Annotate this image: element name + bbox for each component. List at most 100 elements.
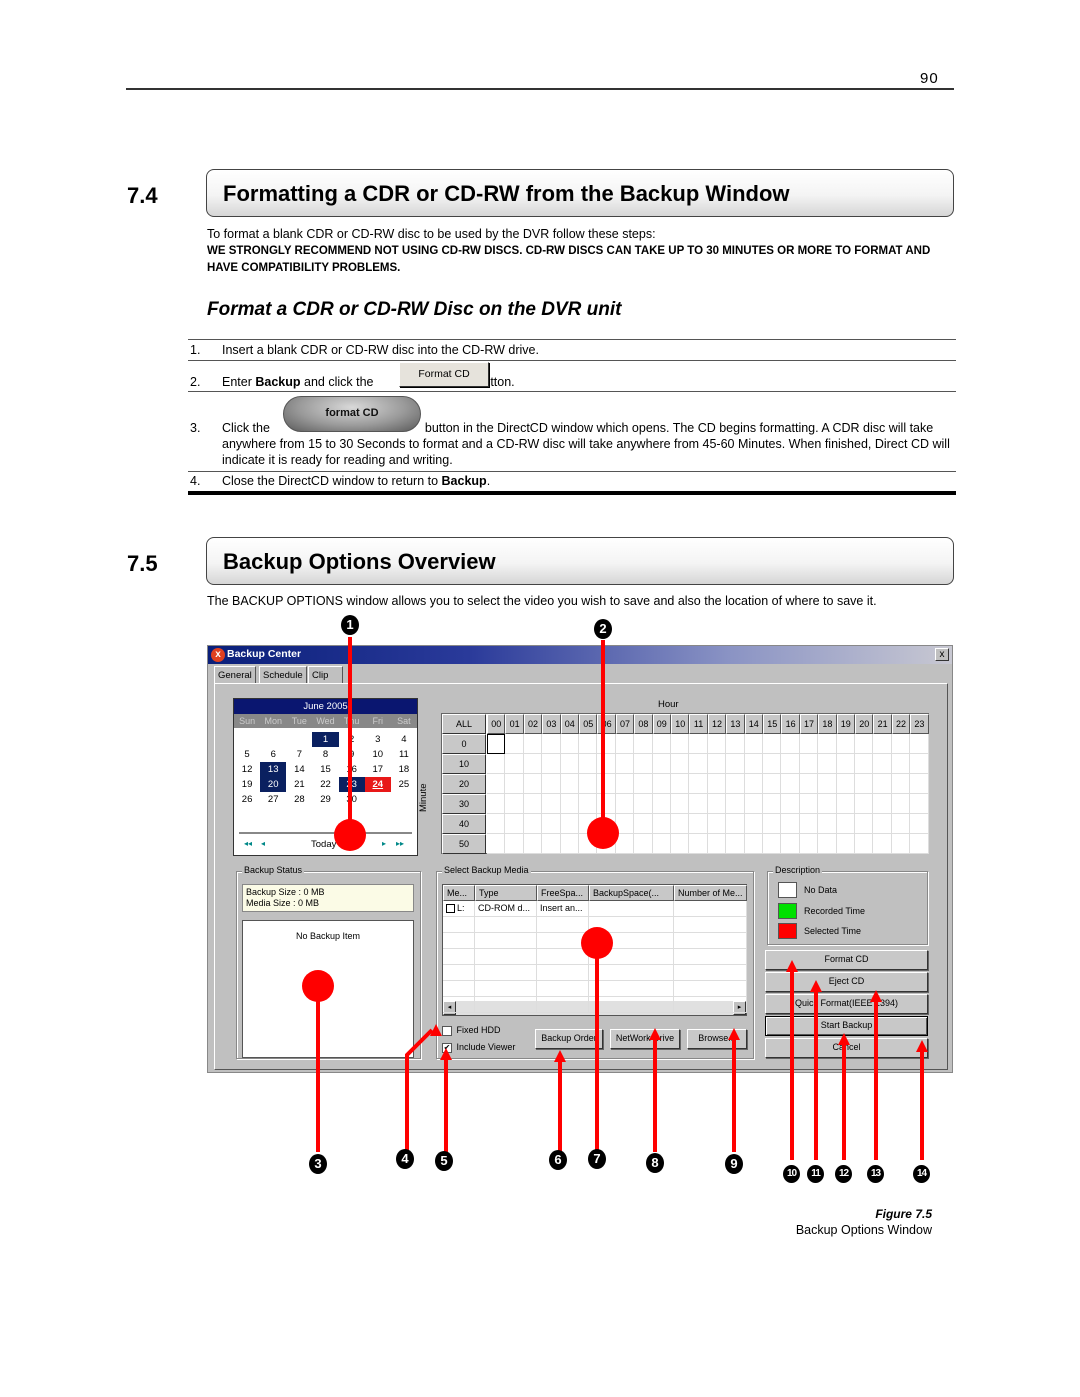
time-cell[interactable] <box>781 834 800 854</box>
column-header[interactable]: BackupSpace(... <box>589 885 674 901</box>
time-cell[interactable] <box>505 754 524 774</box>
time-cell[interactable] <box>523 794 543 814</box>
time-cell[interactable] <box>799 834 819 854</box>
time-cell[interactable] <box>763 834 782 854</box>
time-cell[interactable] <box>652 834 671 854</box>
tab-schedule[interactable]: Schedule <box>259 666 307 684</box>
time-cell[interactable] <box>487 754 506 774</box>
time-cell[interactable] <box>523 774 543 794</box>
time-cell[interactable] <box>836 734 855 754</box>
calendar-day[interactable]: 18 <box>391 762 417 777</box>
calendar-day[interactable]: 8 <box>312 747 338 762</box>
time-cell[interactable] <box>523 754 543 774</box>
time-cell[interactable] <box>763 734 782 754</box>
calendar-day[interactable]: 12 <box>234 762 260 777</box>
time-cell[interactable] <box>873 774 892 794</box>
time-cell[interactable] <box>707 754 727 774</box>
calendar-day[interactable]: 1 <box>312 732 339 747</box>
calendar-day[interactable]: 10 <box>365 747 391 762</box>
time-cell[interactable] <box>855 754 874 774</box>
time-cell[interactable] <box>542 794 561 814</box>
time-cell[interactable] <box>744 774 763 794</box>
calendar-day[interactable]: 29 <box>312 792 338 807</box>
time-cell[interactable] <box>707 834 727 854</box>
time-cell[interactable] <box>763 794 782 814</box>
minute-header[interactable]: 30 <box>442 794 486 814</box>
calendar-day[interactable]: 19 <box>234 777 260 792</box>
hour-header[interactable]: 18 <box>818 714 837 734</box>
hour-header[interactable]: 16 <box>781 714 800 734</box>
network-drive-button[interactable]: NetWork Drive <box>610 1029 680 1049</box>
backup-items-list[interactable]: No Backup Item <box>242 920 414 1058</box>
time-cell[interactable] <box>744 814 763 834</box>
time-cell[interactable] <box>652 754 671 774</box>
calendar-day[interactable]: 11 <box>391 747 417 762</box>
time-cell[interactable] <box>671 754 690 774</box>
hour-header[interactable]: 17 <box>799 714 819 734</box>
time-cell[interactable] <box>891 794 911 814</box>
time-cell[interactable] <box>487 794 506 814</box>
time-cell[interactable] <box>763 814 782 834</box>
time-cell[interactable] <box>671 834 690 854</box>
time-cell[interactable] <box>689 814 708 834</box>
time-cell[interactable] <box>634 814 653 834</box>
today-button[interactable]: Today <box>311 839 336 850</box>
time-cell[interactable] <box>799 774 819 794</box>
time-cell[interactable] <box>781 794 800 814</box>
time-cell[interactable] <box>560 814 579 834</box>
media-cell[interactable]: Insert an... <box>537 901 589 917</box>
minute-header[interactable]: 20 <box>442 774 486 794</box>
calendar-day[interactable]: 3 <box>365 732 391 747</box>
time-cell[interactable] <box>726 834 745 854</box>
time-cell[interactable] <box>891 774 911 794</box>
tab-clip[interactable]: Clip <box>308 666 343 684</box>
hour-header[interactable]: 02 <box>523 714 543 734</box>
time-cell[interactable] <box>615 774 635 794</box>
time-cell[interactable] <box>597 754 616 774</box>
time-cell[interactable] <box>487 774 506 794</box>
time-cell[interactable] <box>560 834 579 854</box>
time-cell[interactable] <box>579 814 598 834</box>
media-cell[interactable] <box>674 901 747 917</box>
hour-header[interactable]: 11 <box>689 714 708 734</box>
calendar-day[interactable]: 9 <box>339 747 365 762</box>
column-header[interactable]: Type <box>475 885 537 901</box>
hour-header[interactable]: 10 <box>671 714 690 734</box>
time-cell[interactable] <box>615 754 635 774</box>
time-cell[interactable] <box>523 814 543 834</box>
calendar-day[interactable]: 17 <box>365 762 391 777</box>
select-all-button[interactable]: ALL <box>442 714 486 734</box>
time-cell[interactable] <box>542 754 561 774</box>
hour-header[interactable]: 01 <box>505 714 524 734</box>
time-cell[interactable] <box>707 774 727 794</box>
time-cell[interactable] <box>523 734 543 754</box>
time-cell[interactable] <box>707 814 727 834</box>
calendar-day[interactable]: 24 <box>364 777 391 792</box>
calendar-day[interactable]: 23 <box>338 777 365 792</box>
time-cell[interactable] <box>689 754 708 774</box>
time-cell[interactable] <box>634 734 653 754</box>
time-cell[interactable] <box>615 734 635 754</box>
time-cell[interactable] <box>818 754 837 774</box>
calendar-day[interactable]: 28 <box>286 792 312 807</box>
media-cell[interactable]: CD-ROM d... <box>475 901 537 917</box>
media-cell[interactable] <box>589 901 674 917</box>
time-cell[interactable] <box>891 734 911 754</box>
time-cell[interactable] <box>781 814 800 834</box>
time-cell[interactable] <box>634 754 653 774</box>
calendar-day[interactable]: 6 <box>260 747 286 762</box>
calendar-day[interactable]: 14 <box>286 762 312 777</box>
time-cell[interactable] <box>671 794 690 814</box>
hour-header[interactable]: 21 <box>873 714 892 734</box>
column-header[interactable]: Me... <box>443 885 475 901</box>
time-cell[interactable] <box>487 734 506 754</box>
column-header[interactable]: FreeSpa... <box>537 885 589 901</box>
first-month-icon[interactable]: ◂◂ <box>244 839 252 848</box>
cancel-button[interactable]: Cancel <box>765 1038 928 1058</box>
time-cell[interactable] <box>579 754 598 774</box>
time-cell[interactable] <box>707 794 727 814</box>
time-cell[interactable] <box>615 794 635 814</box>
calendar-day[interactable]: 15 <box>312 762 338 777</box>
time-cell[interactable] <box>836 774 855 794</box>
checkbox-icon[interactable]: ✔ <box>442 1042 452 1053</box>
